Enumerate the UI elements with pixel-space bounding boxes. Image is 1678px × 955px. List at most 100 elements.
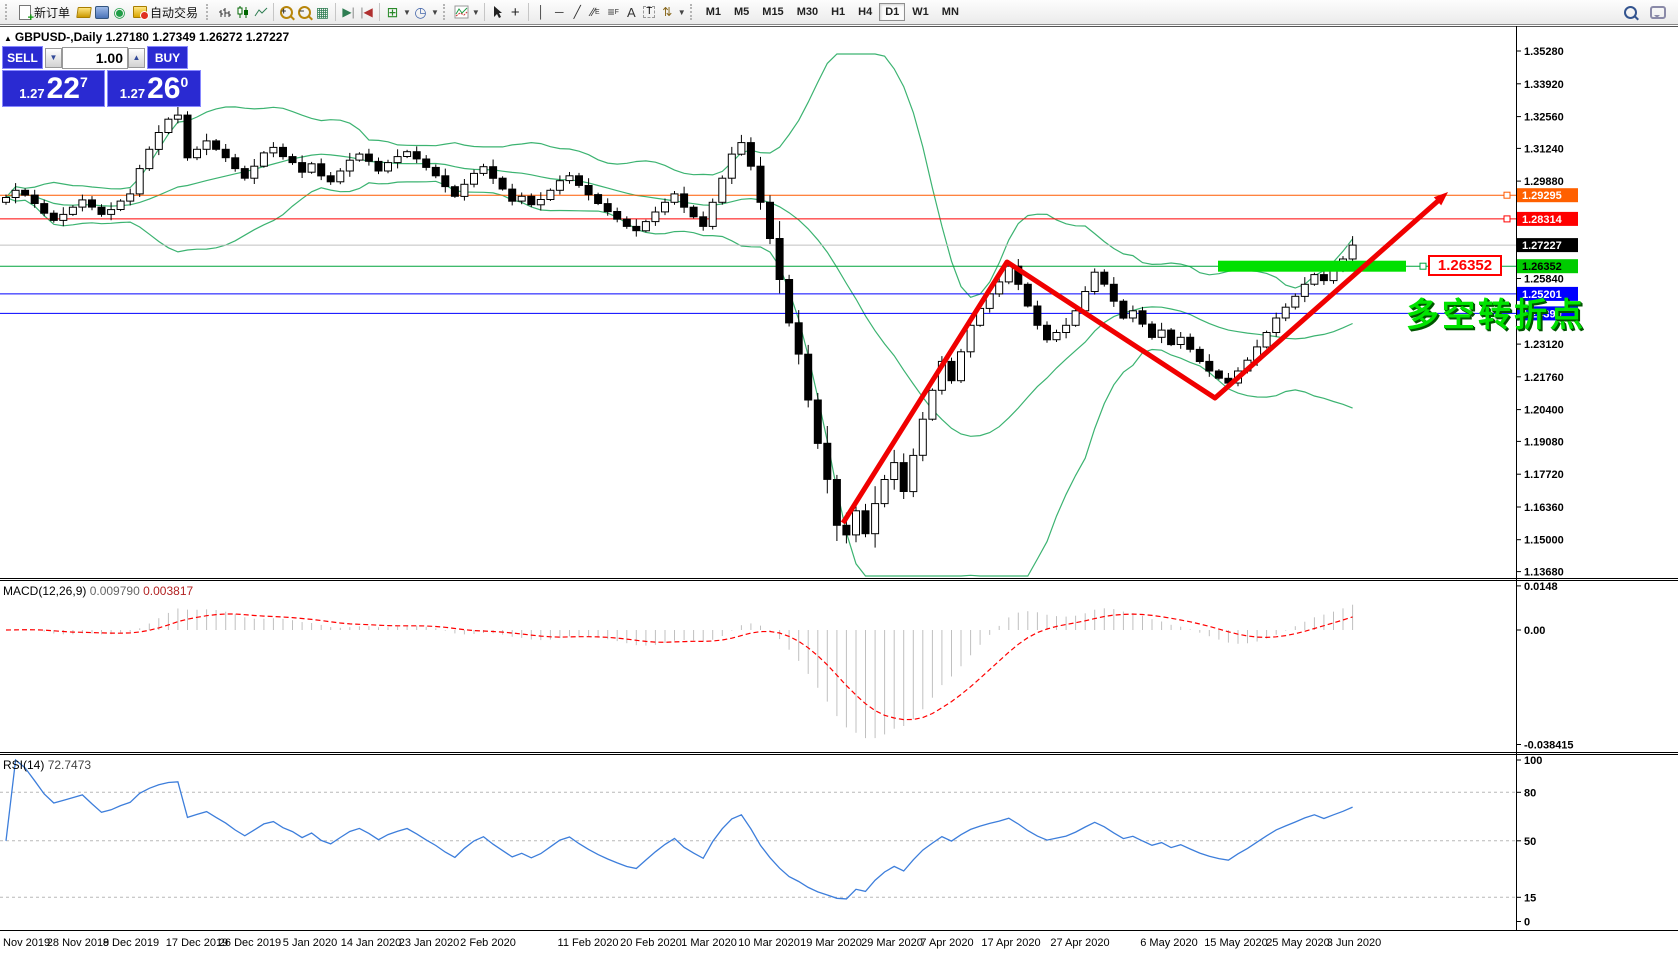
price-level-lines[interactable] [0, 195, 1516, 313]
timeframe-M30[interactable]: M30 [791, 3, 824, 21]
line-anchor-square[interactable] [1504, 192, 1510, 198]
svg-text:1.33920: 1.33920 [1524, 79, 1564, 91]
toolbar-separator [379, 3, 380, 21]
svg-text:1.16360: 1.16360 [1524, 502, 1564, 514]
timeframe-M15[interactable]: M15 [756, 3, 789, 21]
new-order-button[interactable]: 新订单 [15, 3, 74, 22]
price-callout-label[interactable]: 1.26352 [1428, 255, 1502, 276]
line-anchor-square[interactable] [1420, 263, 1426, 269]
metaeditor-icon[interactable] [93, 4, 110, 21]
timeframe-M5[interactable]: M5 [728, 3, 755, 21]
text-label-icon[interactable]: T [641, 4, 658, 21]
svg-text:11 Feb 2020: 11 Feb 2020 [558, 937, 619, 949]
chat-icon[interactable] [1649, 4, 1666, 21]
svg-text:2 Feb 2020: 2 Feb 2020 [460, 937, 516, 949]
timeframe-H4[interactable]: H4 [852, 3, 878, 21]
svg-text:0: 0 [1524, 917, 1530, 929]
volume-down-button[interactable]: ▼ [45, 48, 62, 68]
svg-text:1.15000: 1.15000 [1524, 535, 1564, 547]
bar-chart-icon[interactable] [216, 4, 233, 21]
support-highlight-bar[interactable] [1218, 261, 1406, 272]
svg-text:1.26352: 1.26352 [1522, 261, 1562, 273]
cursor-icon[interactable] [489, 4, 506, 21]
line-chart-icon[interactable] [252, 4, 269, 21]
line-anchor-square[interactable] [1504, 216, 1510, 222]
svg-text:29 Mar 2020: 29 Mar 2020 [861, 937, 923, 949]
equidistant-channel-icon[interactable]: ∕∕E [587, 4, 604, 21]
tile-windows-icon[interactable]: ▦ [314, 4, 331, 21]
timeframe-D1[interactable]: D1 [879, 3, 905, 21]
arrows-caret-icon[interactable]: ▼ [678, 8, 686, 17]
buy-price-small: 1.27 [120, 86, 145, 101]
svg-text:-0.038415: -0.038415 [1524, 740, 1574, 752]
charts-icon[interactable] [75, 4, 92, 21]
arrows-icon[interactable]: ⇅ [659, 4, 676, 21]
candles [3, 95, 1357, 547]
svg-text:0.0148: 0.0148 [1524, 581, 1558, 593]
rsi-title: RSI(14) 72.7473 [3, 758, 91, 772]
signal-icon[interactable]: ◉ [111, 4, 128, 21]
main-toolbar: 新订单 ◉ 自动交易 + − ▦ ▶| |◀ ⊞ ▼ ◷ ▼ ▼ + │ ─ ╱… [0, 0, 1678, 25]
timeframe-MN[interactable]: MN [936, 3, 965, 21]
svg-text:26 Dec 2019: 26 Dec 2019 [219, 937, 281, 949]
chart-title: ▲GBPUSD-,Daily 1.27180 1.27349 1.26272 1… [4, 30, 289, 44]
svg-text:1.31240: 1.31240 [1524, 143, 1564, 155]
chart-canvas[interactable]: 1.352801.339201.325601.312401.298801.258… [0, 26, 1678, 950]
clock-icon[interactable]: ◷ [412, 4, 429, 21]
macd-signal-line [6, 614, 1353, 720]
svg-text:15 May 2020: 15 May 2020 [1204, 937, 1268, 949]
toolbar-separator [484, 3, 485, 21]
macd-histogram [6, 605, 1353, 738]
search-icon[interactable] [1622, 4, 1639, 21]
svg-text:1.27227: 1.27227 [1522, 240, 1562, 252]
date-axis: 9 Nov 201928 Nov 20198 Dec 201917 Dec 20… [0, 937, 1381, 949]
horizontal-line-icon[interactable]: ─ [551, 4, 568, 21]
svg-text:1.29880: 1.29880 [1524, 176, 1564, 188]
svg-text:1 Mar 2020: 1 Mar 2020 [681, 937, 737, 949]
svg-text:5 Jan 2020: 5 Jan 2020 [283, 937, 337, 949]
new-chart-icon[interactable]: ⊞ [384, 4, 401, 21]
autotrading-icon [133, 6, 147, 18]
volume-field[interactable]: 1.00 [62, 47, 128, 69]
svg-text:17 Apr 2020: 17 Apr 2020 [981, 937, 1040, 949]
indicators-caret-icon[interactable]: ▼ [472, 8, 480, 17]
svg-text:50: 50 [1524, 836, 1536, 848]
volume-stepper: ▼ 1.00 ▲ [45, 46, 145, 69]
zoom-in-icon[interactable]: + [278, 4, 295, 21]
one-click-trading-panel: SELL ▼ 1.00 ▲ BUY 1.27 22 7 1.27 26 0 [2, 46, 202, 107]
auto-scroll-icon[interactable]: |◀ [358, 4, 375, 21]
volume-up-button[interactable]: ▲ [128, 48, 145, 68]
text-icon[interactable]: A [623, 4, 640, 21]
sell-button[interactable]: SELL [2, 46, 43, 69]
toolbar-separator [273, 3, 274, 21]
toolbar-grip [443, 4, 449, 20]
chart-shift-icon[interactable]: ▶| [340, 4, 357, 21]
svg-text:1.20400: 1.20400 [1524, 405, 1564, 417]
zoom-out-icon[interactable]: − [296, 4, 313, 21]
vertical-line-icon[interactable]: │ [533, 4, 550, 21]
autotrading-button[interactable]: 自动交易 [129, 3, 202, 22]
crosshair-icon[interactable]: + [507, 4, 524, 21]
buy-price-display[interactable]: 1.27 26 0 [107, 70, 201, 107]
timeframe-M1[interactable]: M1 [700, 3, 727, 21]
fibonacci-icon[interactable]: ≡F [605, 4, 622, 21]
timeframe-W1[interactable]: W1 [906, 3, 935, 21]
new-chart-caret-icon[interactable]: ▼ [403, 8, 411, 17]
clock-caret-icon[interactable]: ▼ [431, 8, 439, 17]
buy-button[interactable]: BUY [147, 46, 188, 69]
svg-text:1.25840: 1.25840 [1524, 274, 1564, 286]
timeframe-H1[interactable]: H1 [825, 3, 851, 21]
autotrading-label: 自动交易 [150, 4, 198, 21]
svg-text:1.35280: 1.35280 [1524, 46, 1564, 58]
sell-price-display[interactable]: 1.27 22 7 [2, 70, 105, 107]
svg-text:1.29295: 1.29295 [1522, 190, 1562, 202]
rsi-axis: 1008050150 [1516, 755, 1542, 929]
trendline-icon[interactable]: ╱ [569, 4, 586, 21]
svg-text:20 Feb 2020: 20 Feb 2020 [620, 937, 682, 949]
toolbar-grip [206, 4, 212, 20]
svg-text:6 May 2020: 6 May 2020 [1140, 937, 1197, 949]
candlestick-chart-icon[interactable] [234, 4, 251, 21]
turning-point-annotation: 多空转折点 [1406, 288, 1586, 336]
indicators-icon[interactable] [453, 4, 470, 21]
svg-text:19 Mar 2020: 19 Mar 2020 [800, 937, 862, 949]
